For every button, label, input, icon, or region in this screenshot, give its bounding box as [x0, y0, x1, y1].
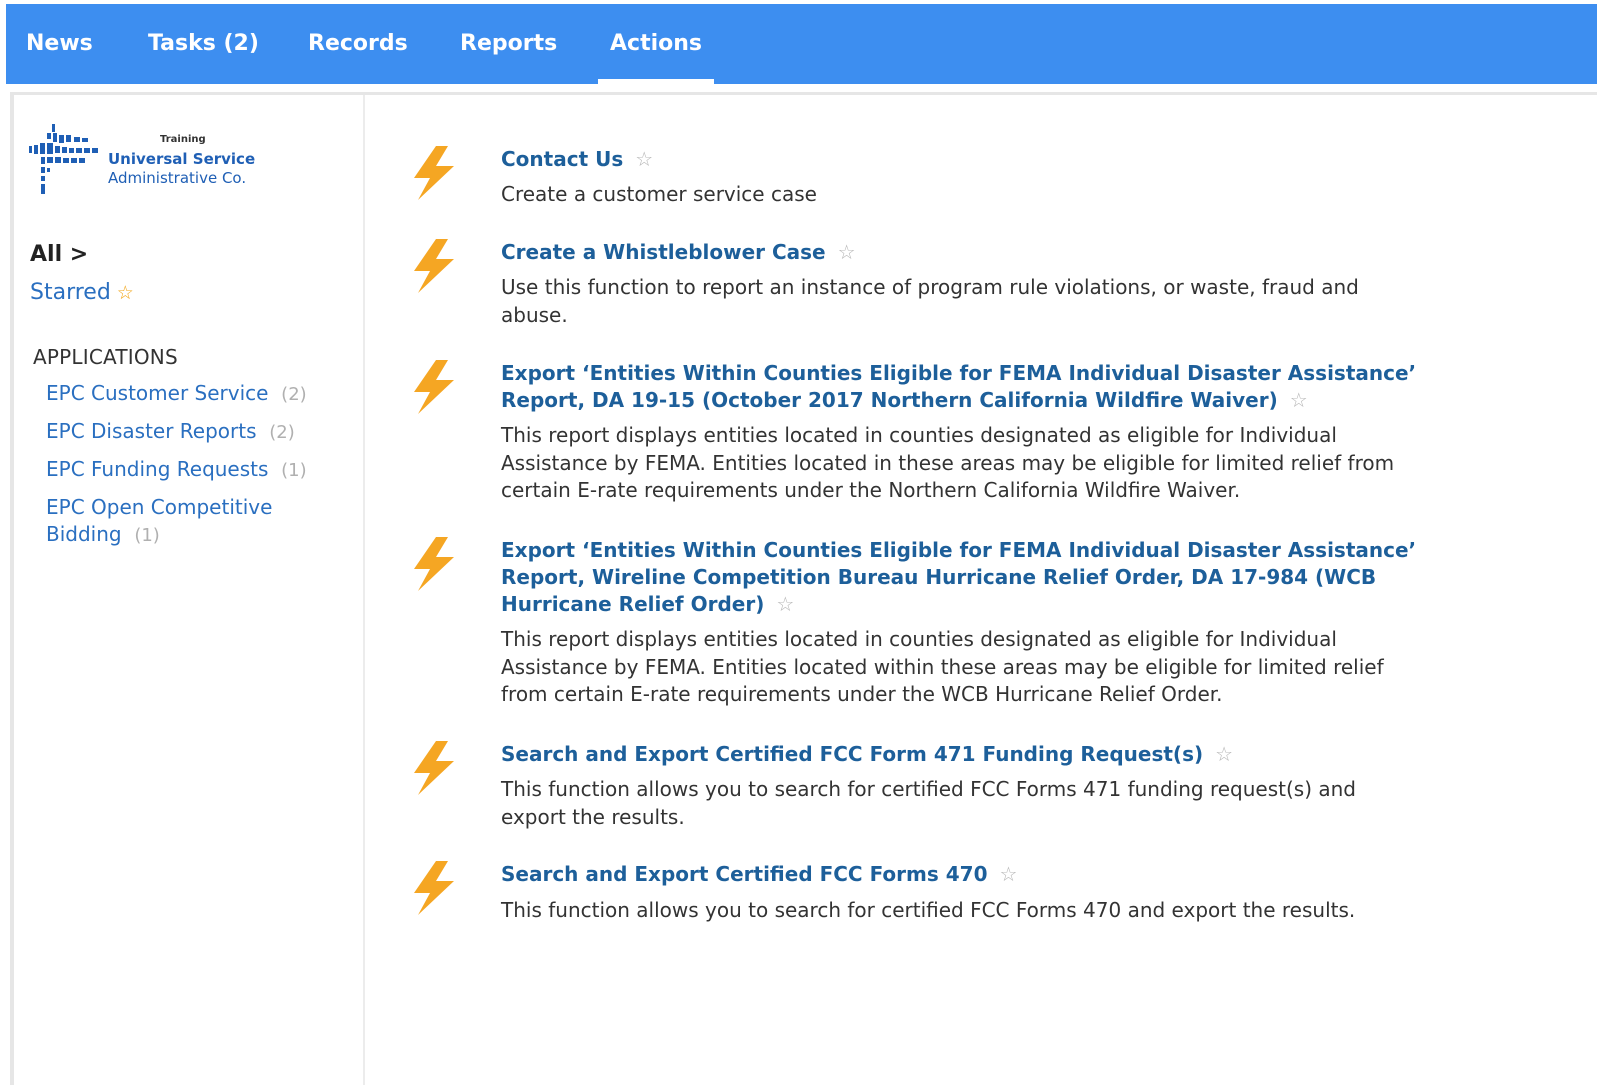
logo-name-line2: Administrative Co.	[108, 169, 247, 187]
action-description: Use this function to report an instance …	[501, 275, 1359, 327]
action-title[interactable]: Search and Export Certified FCC Form 471…	[501, 741, 1421, 768]
content-frame-left	[10, 92, 14, 1085]
nav-records[interactable]: Records	[308, 28, 408, 84]
star-outline-icon[interactable]: ☆	[1290, 388, 1308, 412]
app-link-count: (2)	[281, 384, 307, 405]
action-title-text: Contact Us	[501, 147, 624, 171]
action-description: This function allows you to search for c…	[501, 777, 1356, 829]
action-title[interactable]: Export ‘Entities Within Counties Eligibl…	[501, 537, 1421, 618]
action-description: This function allows you to search for c…	[501, 898, 1356, 922]
filter-all[interactable]: All >	[30, 242, 88, 267]
nav-reports[interactable]: Reports	[460, 28, 557, 84]
star-outline-icon[interactable]: ☆	[635, 147, 653, 171]
nav-news[interactable]: News	[26, 28, 93, 84]
app-link-epc-customer-service[interactable]: EPC Customer Service (2)	[46, 380, 336, 408]
app-link-count: (1)	[281, 460, 307, 481]
lightning-bolt-icon	[414, 537, 454, 591]
app-link-label: EPC Funding Requests	[46, 457, 269, 481]
action-title[interactable]: Search and Export Certified FCC Forms 47…	[501, 861, 1421, 888]
action-title-text: Search and Export Certified FCC Form 471…	[501, 742, 1204, 766]
lightning-bolt-icon	[414, 360, 454, 414]
action-description: Create a customer service case	[501, 182, 817, 206]
logo-name-line1: Universal Service	[108, 150, 256, 168]
lightning-bolt-icon	[414, 741, 454, 795]
action-title-text: Export ‘Entities Within Counties Eligibl…	[501, 361, 1417, 412]
app-link-label: EPC Disaster Reports	[46, 419, 257, 443]
filter-starred-label: Starred	[30, 280, 111, 305]
applications-heading: APPLICATIONS	[33, 345, 178, 369]
top-nav-bar: News Tasks (2) Records Reports Actions	[6, 4, 1597, 84]
nav-actions[interactable]: Actions	[598, 28, 714, 84]
content-frame-top	[10, 92, 1597, 95]
app-link-count: (2)	[269, 422, 295, 443]
action-title-text: Search and Export Certified FCC Forms 47…	[501, 862, 988, 886]
action-title[interactable]: Export ‘Entities Within Counties Eligibl…	[501, 360, 1421, 414]
star-filled-icon: ☆	[116, 282, 134, 304]
app-link-label: EPC Customer Service	[46, 381, 269, 405]
lightning-bolt-icon	[414, 146, 454, 200]
lightning-bolt-icon	[414, 861, 454, 915]
app-link-epc-disaster-reports[interactable]: EPC Disaster Reports (2)	[46, 418, 336, 446]
filter-starred[interactable]: Starred ☆	[30, 280, 134, 305]
action-description: This report displays entities located in…	[501, 423, 1395, 502]
lightning-bolt-icon	[414, 239, 454, 293]
app-link-count: (1)	[134, 525, 160, 546]
sidebar-divider	[363, 95, 365, 1085]
app-link-epc-funding-requests[interactable]: EPC Funding Requests (1)	[46, 456, 336, 484]
star-outline-icon[interactable]: ☆	[1215, 742, 1233, 766]
action-title-text: Export ‘Entities Within Counties Eligibl…	[501, 538, 1417, 616]
action-description: This report displays entities located in…	[501, 627, 1384, 706]
star-outline-icon[interactable]: ☆	[999, 862, 1017, 886]
action-title[interactable]: Create a Whistleblower Case ☆	[501, 239, 1421, 266]
star-outline-icon[interactable]: ☆	[776, 592, 794, 616]
action-title-text: Create a Whistleblower Case	[501, 240, 826, 264]
usac-logo	[29, 124, 98, 194]
action-title[interactable]: Contact Us ☆	[501, 146, 1421, 173]
nav-tasks[interactable]: Tasks (2)	[148, 28, 259, 84]
app-link-epc-open-competitive-bidding[interactable]: EPC Open Competitive Bidding (1)	[46, 494, 306, 549]
logo-training-label: Training	[160, 134, 206, 145]
star-outline-icon[interactable]: ☆	[838, 240, 856, 264]
